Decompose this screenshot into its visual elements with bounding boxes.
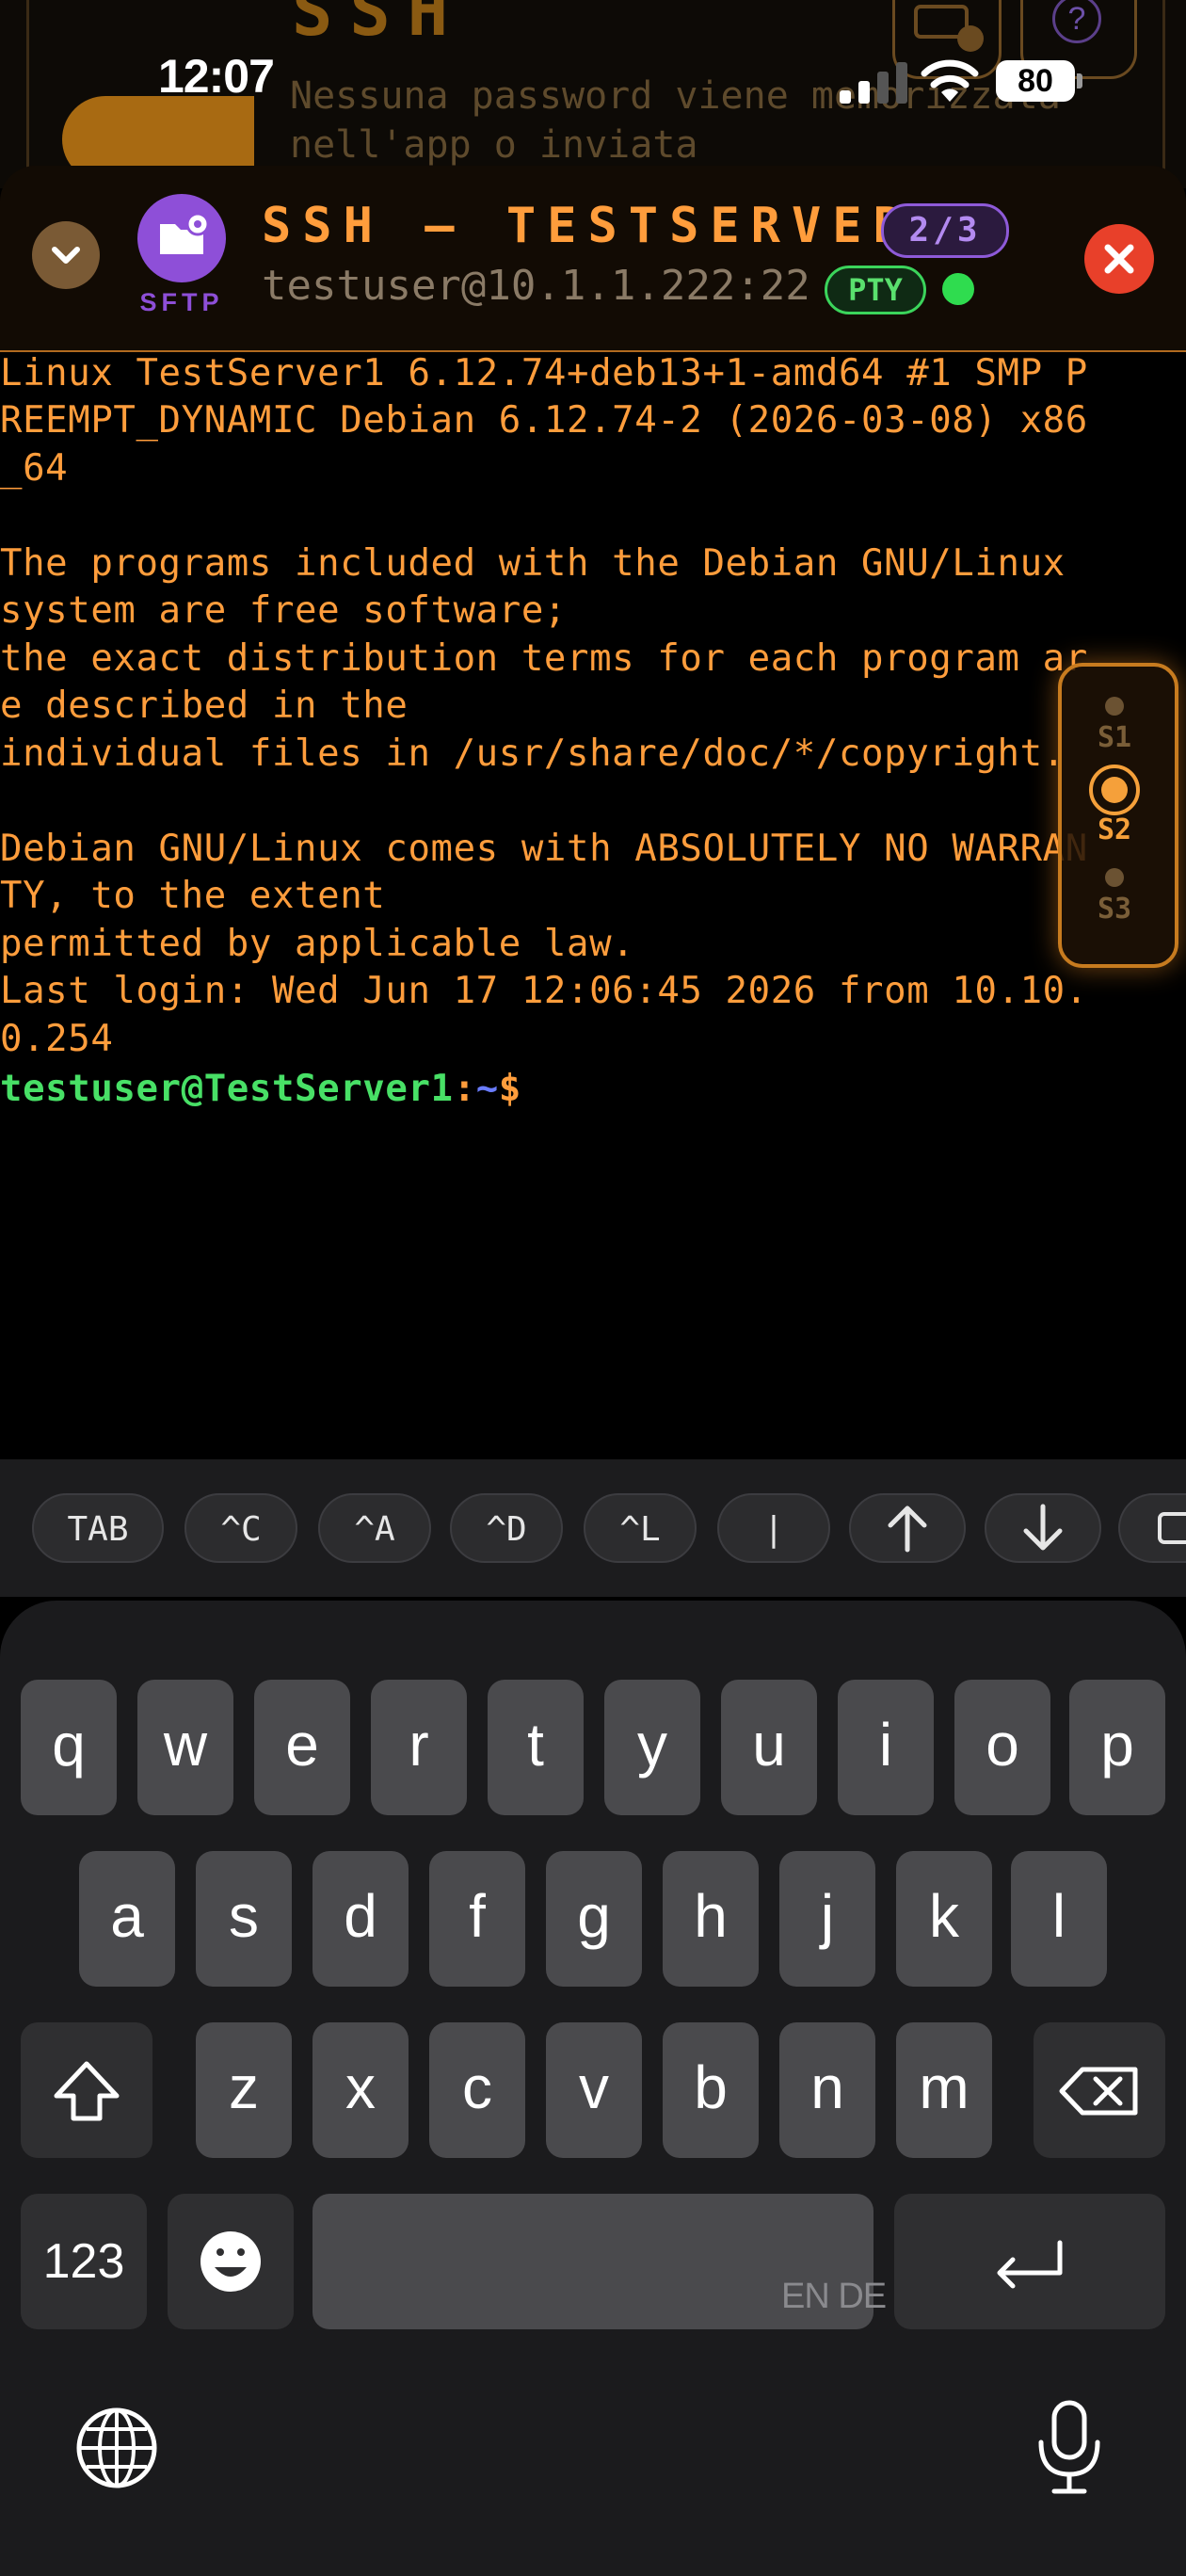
sftp-button[interactable]: [137, 194, 226, 282]
arrow-up-icon: [888, 1505, 927, 1553]
key-f[interactable]: f: [429, 1851, 525, 1987]
terminal-line: REEMPT_DYNAMIC Debian 6.12.74-2 (2026-03…: [0, 399, 1088, 442]
terminal-line: Last login: Wed Jun 17 12:06:45 2026 fro…: [0, 970, 1088, 1012]
key-a[interactable]: a: [79, 1851, 175, 1987]
key-s[interactable]: s: [196, 1851, 292, 1987]
close-icon: [1104, 244, 1134, 274]
session-label-s3[interactable]: S3: [1077, 893, 1152, 926]
terminal-line: e described in the: [0, 684, 409, 727]
ctrl-c-key[interactable]: ^C: [184, 1493, 297, 1563]
terminal-line: _64: [0, 447, 69, 490]
pipe-key[interactable]: |: [717, 1493, 830, 1563]
prompt-sign: $: [498, 1068, 521, 1110]
delete-key[interactable]: [1034, 2022, 1165, 2158]
key-m[interactable]: m: [896, 2022, 992, 2158]
session-title: SSH – TESTSERVER: [262, 198, 914, 254]
prompt-user: testuser@TestServer1: [0, 1068, 454, 1110]
session-count-badge: 2/3: [881, 203, 1009, 258]
close-session-button[interactable]: [1084, 224, 1154, 294]
shell-prompt: testuser@TestServer1:~$: [0, 1068, 521, 1110]
key-p[interactable]: p: [1069, 1680, 1165, 1815]
key-g[interactable]: g: [546, 1851, 642, 1987]
key-i[interactable]: i: [838, 1680, 934, 1815]
key-v[interactable]: v: [546, 2022, 642, 2158]
key-n[interactable]: n: [779, 2022, 875, 2158]
emoji-icon: [200, 2231, 261, 2292]
key-d[interactable]: d: [313, 1851, 409, 1987]
keyboard-toggle-key[interactable]: [1118, 1493, 1186, 1563]
shift-key[interactable]: [21, 2022, 152, 2158]
ctrl-l-key[interactable]: ^L: [584, 1493, 697, 1563]
accessory-key-bar: TAB ^C ^A ^D ^L |: [0, 1459, 1186, 1597]
session-dot-s2-fill: [1101, 777, 1128, 803]
key-r[interactable]: r: [371, 1680, 467, 1815]
arrow-down-icon: [1023, 1504, 1063, 1551]
key-h[interactable]: h: [663, 1851, 759, 1987]
terminal-line: the exact distribution terms for each pr…: [0, 637, 1088, 680]
numbers-key[interactable]: 123: [21, 2194, 147, 2329]
terminal-line: individual files in /usr/share/doc/*/cop…: [0, 733, 1066, 775]
shift-icon: [54, 2061, 120, 2121]
globe-icon[interactable]: [73, 2405, 160, 2491]
ctrl-a-key[interactable]: ^A: [318, 1493, 431, 1563]
wifi-icon: [921, 59, 979, 102]
key-j[interactable]: j: [779, 1851, 875, 1987]
terminal-line: TY, to the extent: [0, 875, 386, 917]
key-k[interactable]: k: [896, 1851, 992, 1987]
battery-cap: [1077, 73, 1082, 89]
session-dot-s2-active[interactable]: [1089, 765, 1140, 815]
key-b[interactable]: b: [663, 2022, 759, 2158]
terminal-line: The programs included with the Debian GN…: [0, 542, 1066, 585]
return-icon: [997, 2240, 1063, 2289]
background-title: SSH: [292, 0, 466, 51]
keyboard-icon: [1158, 1512, 1186, 1544]
key-l[interactable]: l: [1011, 1851, 1107, 1987]
terminal-line: permitted by applicable law.: [0, 923, 635, 965]
session-dot-s3[interactable]: [1105, 868, 1124, 887]
folder-settings-icon: [160, 212, 210, 254]
return-key[interactable]: [894, 2194, 1165, 2329]
key-z[interactable]: z: [196, 2022, 292, 2158]
backspace-icon: [1059, 2067, 1138, 2116]
collapse-button[interactable]: [32, 221, 100, 289]
terminal-line: 0.254: [0, 1018, 114, 1060]
status-time: 12:07: [158, 50, 275, 103]
microphone-icon[interactable]: [1032, 2397, 1107, 2497]
prompt-path: ~: [475, 1068, 499, 1110]
key-y[interactable]: y: [604, 1680, 700, 1815]
terminal-output[interactable]: Linux TestServer1 6.12.74+deb13+1-amd64 …: [0, 352, 1186, 1459]
session-label-s1[interactable]: S1: [1077, 721, 1152, 754]
session-rail[interactable]: S1 S2 S3: [1058, 663, 1178, 968]
key-q[interactable]: q: [21, 1680, 117, 1815]
connection-status-dot: [942, 273, 974, 305]
emoji-key[interactable]: [168, 2194, 294, 2329]
key-x[interactable]: x: [313, 2022, 409, 2158]
cellular-signal-icon: [840, 62, 907, 104]
terminal-line: Debian GNU/Linux comes with ABSOLUTELY N…: [0, 828, 1088, 870]
chevron-down-icon: [52, 247, 80, 264]
terminal-line: Linux TestServer1 6.12.74+deb13+1-amd64 …: [0, 352, 1088, 394]
key-t[interactable]: t: [488, 1680, 584, 1815]
sftp-label: SFTP: [139, 288, 224, 316]
session-host: testuser@10.1.1.222:22: [262, 262, 810, 310]
pty-badge: PTY: [825, 266, 926, 314]
arrow-up-key[interactable]: [849, 1493, 966, 1563]
terminal-line: system are free software;: [0, 589, 567, 632]
arrow-down-key[interactable]: [985, 1493, 1101, 1563]
space-language-hint: EN DE: [781, 2277, 887, 2316]
key-o[interactable]: o: [954, 1680, 1050, 1815]
ctrl-d-key[interactable]: ^D: [450, 1493, 563, 1563]
battery-indicator: 80: [996, 60, 1075, 102]
session-label-s2[interactable]: S2: [1077, 813, 1152, 846]
key-w[interactable]: w: [137, 1680, 233, 1815]
tab-key[interactable]: TAB: [32, 1493, 164, 1563]
key-c[interactable]: c: [429, 2022, 525, 2158]
key-u[interactable]: u: [721, 1680, 817, 1815]
key-e[interactable]: e: [254, 1680, 350, 1815]
prompt-separator: :: [453, 1068, 476, 1110]
session-dot-s1[interactable]: [1105, 697, 1124, 716]
